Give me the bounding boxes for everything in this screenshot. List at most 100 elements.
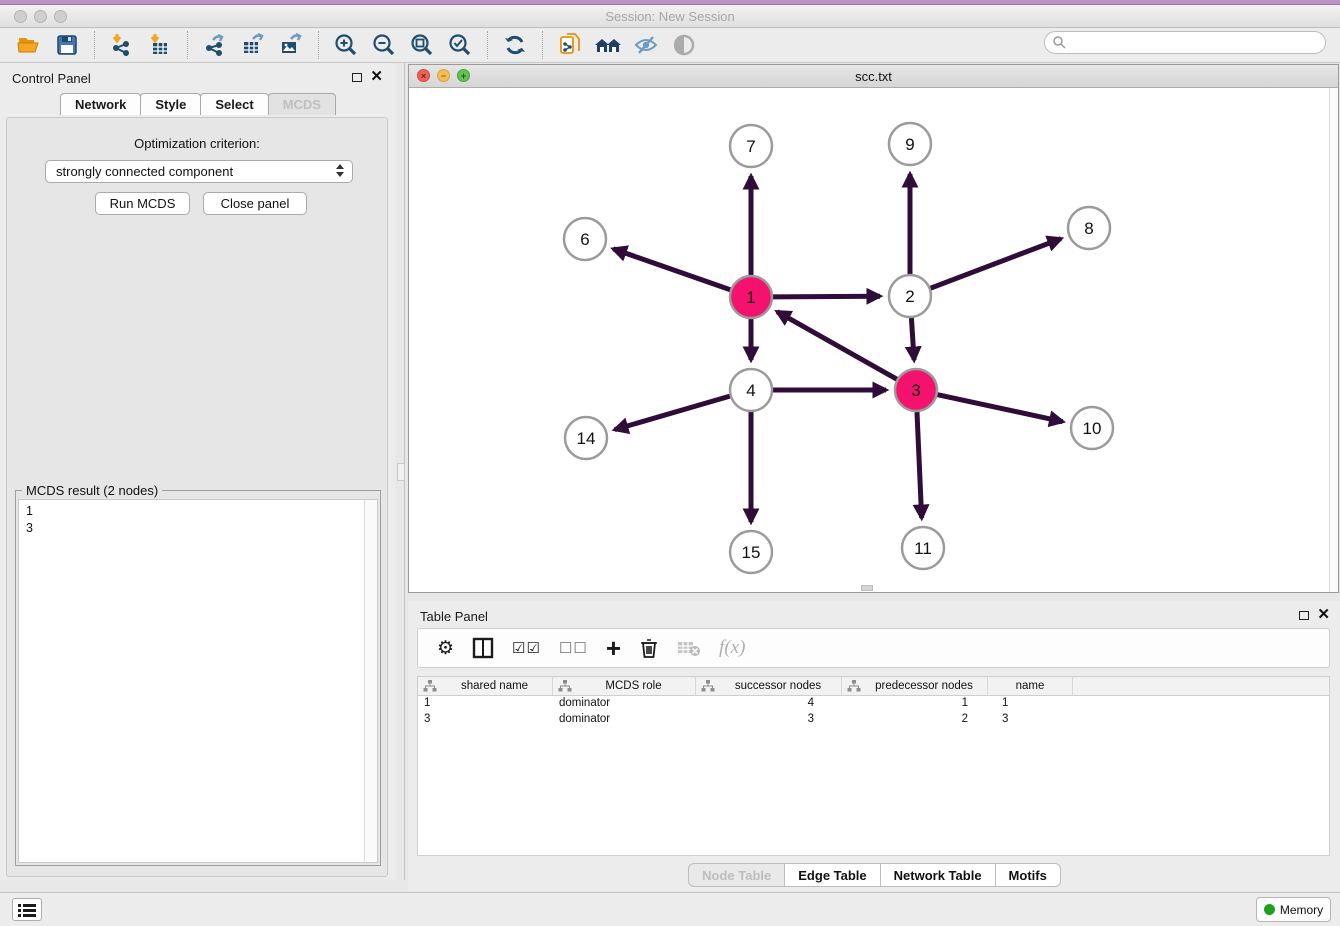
graph-node-14[interactable]: 14	[565, 417, 607, 459]
column-header-shared-name[interactable]: shared name	[418, 677, 553, 695]
network-graph: 7 9 6 8 1 2 4 3 14 10 15 11	[409, 88, 1338, 592]
result-line: 1	[26, 503, 377, 520]
column-header-successor-nodes[interactable]: successor nodes	[696, 677, 842, 695]
edge-1-2[interactable]	[773, 296, 880, 297]
network-vertical-scrollbar[interactable]	[1329, 88, 1338, 592]
delete-table-icon[interactable]	[677, 633, 701, 663]
home-layout-icon[interactable]	[592, 30, 624, 60]
title-bar[interactable]: Session: New Session	[0, 5, 1340, 28]
edge-2-8[interactable]	[931, 239, 1061, 289]
panel-splitter-horizontal[interactable]	[408, 593, 1340, 601]
cell-predecessor-nodes[interactable]: 2	[842, 712, 988, 728]
open-session-icon[interactable]	[13, 30, 45, 60]
tab-network[interactable]: Network	[60, 93, 141, 115]
edge-4-14[interactable]	[615, 396, 730, 429]
graph-node-9[interactable]: 9	[889, 123, 931, 165]
cell-predecessor-nodes[interactable]: 1	[842, 696, 988, 712]
deselect-all-icon[interactable]: ☐☐	[559, 633, 588, 663]
search-field[interactable]	[1044, 31, 1326, 54]
zoom-fit-icon[interactable]	[406, 30, 438, 60]
graph-node-2[interactable]: 2	[889, 275, 931, 317]
close-panel-button[interactable]: Close panel	[203, 192, 307, 215]
save-session-icon[interactable]	[51, 30, 83, 60]
close-table-panel-icon[interactable]: ✕	[1317, 605, 1330, 623]
export-network-icon[interactable]	[199, 30, 231, 60]
graph-node-3[interactable]: 3	[895, 369, 937, 411]
edge-3-10[interactable]	[938, 395, 1063, 422]
memory-button[interactable]: Memory	[1256, 897, 1331, 922]
svg-text:8: 8	[1084, 219, 1093, 238]
hide-graphics-icon[interactable]	[630, 30, 662, 60]
export-table-icon[interactable]	[237, 30, 269, 60]
add-column-icon[interactable]: +	[606, 633, 621, 663]
column-header-mcds-role[interactable]: MCDS role	[553, 677, 696, 695]
cell-successor-nodes[interactable]: 3	[696, 712, 842, 728]
tab-network-table[interactable]: Network Table	[880, 863, 996, 887]
float-panel-icon[interactable]	[352, 73, 362, 82]
function-builder-icon[interactable]: f(x)	[719, 633, 745, 663]
tab-style[interactable]: Style	[140, 93, 201, 115]
cell-successor-nodes[interactable]: 4	[696, 696, 842, 712]
graph-node-11[interactable]: 11	[902, 527, 944, 569]
cell-shared-name[interactable]: 1	[418, 696, 553, 712]
canvas-resize-handle[interactable]	[861, 585, 873, 591]
tab-edge-table[interactable]: Edge Table	[784, 863, 880, 887]
graph-node-15[interactable]: 15	[730, 531, 772, 573]
table-row[interactable]: 3 dominator 3 2 3	[418, 712, 1329, 728]
search-input[interactable]	[1067, 34, 1325, 52]
graph-node-10[interactable]: 10	[1071, 407, 1113, 449]
import-network-icon[interactable]	[106, 30, 138, 60]
cell-name[interactable]: 3	[988, 712, 1073, 728]
tab-node-table[interactable]: Node Table	[688, 863, 785, 887]
result-scrollbar[interactable]	[364, 500, 377, 862]
network-window-title: scc.txt	[409, 69, 1338, 84]
column-header-name[interactable]: name	[988, 677, 1073, 695]
splitter-handle[interactable]	[397, 463, 405, 481]
cell-shared-name[interactable]: 3	[418, 712, 553, 728]
control-panel: Control Panel ✕ Network Style Select MCD…	[0, 63, 395, 880]
edge-2-3[interactable]	[911, 318, 914, 360]
graph-node-1[interactable]: 1	[730, 276, 772, 318]
gear-icon[interactable]: ⚙	[437, 633, 454, 663]
select-all-icon[interactable]: ☑☑	[512, 633, 541, 663]
criterion-dropdown[interactable]: strongly connected component	[45, 160, 353, 183]
delete-column-icon[interactable]	[639, 633, 659, 663]
mcds-app-icon[interactable]	[554, 30, 586, 60]
edge-3-11[interactable]	[917, 412, 922, 518]
graph-node-7[interactable]: 7	[730, 125, 772, 167]
cell-mcds-role[interactable]: dominator	[553, 696, 696, 712]
show-graphics-icon[interactable]	[668, 30, 700, 60]
float-table-panel-icon[interactable]	[1299, 611, 1309, 620]
export-image-icon[interactable]	[275, 30, 307, 60]
graph-node-8[interactable]: 8	[1068, 207, 1110, 249]
graph-node-6[interactable]: 6	[564, 218, 606, 260]
column-header-predecessor-nodes[interactable]: predecessor nodes	[842, 677, 988, 695]
import-table-icon[interactable]	[144, 30, 176, 60]
tab-motifs[interactable]: Motifs	[995, 863, 1061, 887]
cell-mcds-role[interactable]: dominator	[553, 712, 696, 728]
table-row[interactable]: 1 dominator 4 1 1	[418, 696, 1329, 712]
network-window-titlebar[interactable]: × − + scc.txt	[409, 65, 1338, 88]
tab-select[interactable]: Select	[200, 93, 268, 115]
svg-text:4: 4	[746, 381, 755, 400]
zoom-in-icon[interactable]	[330, 30, 362, 60]
window-title: Session: New Session	[0, 9, 1340, 24]
network-canvas[interactable]: 7 9 6 8 1 2 4 3 14 10 15 11	[409, 88, 1338, 592]
refresh-icon[interactable]	[499, 30, 531, 60]
table-toolbar: ⚙ ☑☑ ☐☐ + f(x)	[417, 628, 1330, 668]
run-mcds-button[interactable]: Run MCDS	[95, 192, 190, 215]
control-panel-header: Control Panel ✕	[0, 63, 395, 93]
panel-splitter-vertical[interactable]	[395, 63, 408, 880]
graph-node-4[interactable]: 4	[730, 369, 772, 411]
close-panel-icon[interactable]: ✕	[370, 67, 383, 85]
mcds-result-textarea[interactable]: 1 3	[18, 499, 378, 863]
tab-mcds[interactable]: MCDS	[268, 93, 336, 115]
edge-1-6[interactable]	[613, 249, 730, 290]
columns-icon[interactable]	[472, 633, 494, 663]
task-history-button[interactable]	[12, 898, 42, 921]
toolbar-separator	[94, 31, 95, 59]
zoom-selected-icon[interactable]	[444, 30, 476, 60]
edge-3-1[interactable]	[777, 312, 897, 379]
zoom-out-icon[interactable]	[368, 30, 400, 60]
cell-name[interactable]: 1	[988, 696, 1073, 712]
